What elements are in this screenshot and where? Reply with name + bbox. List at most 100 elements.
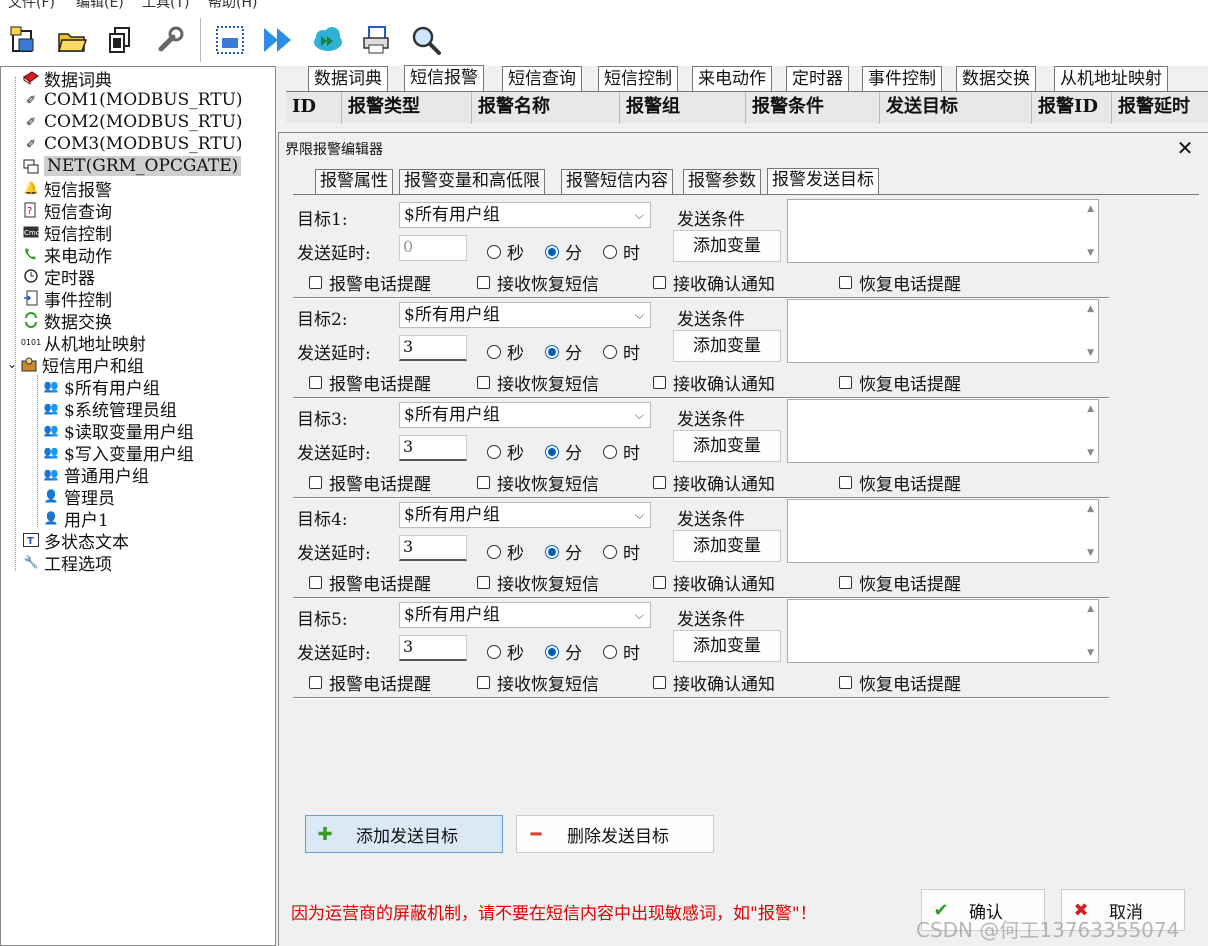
check-recv-recover-sms[interactable]: 接收恢复短信 <box>477 270 599 295</box>
add-variable-button[interactable]: 添加变量 <box>673 430 781 462</box>
tree-item-data-dictionary[interactable]: 数据词典 <box>23 67 112 91</box>
col-alarm-type[interactable]: 报警类型 <box>342 92 472 124</box>
check-recv-confirm[interactable]: 接收确认通知 <box>653 270 775 295</box>
radio-hours[interactable]: 时 <box>603 539 640 564</box>
check-alarm-call[interactable]: 报警电话提醒 <box>309 570 431 595</box>
tab-data-exchange[interactable]: 数据交换 <box>956 66 1036 91</box>
check-recv-confirm[interactable]: 接收确认通知 <box>653 670 775 695</box>
tab-alarm-parameters[interactable]: 报警参数 <box>683 169 761 194</box>
delay-input[interactable]: 3 <box>399 335 467 361</box>
tab-alarm-properties[interactable]: 报警属性 <box>315 169 393 194</box>
tree-item-event-control[interactable]: 事件控制 <box>23 287 112 311</box>
delay-input[interactable]: 3 <box>399 535 467 561</box>
radio-minutes[interactable]: 分 <box>545 239 582 264</box>
tree-item-group-all[interactable]: 👥 $所有用户组 <box>43 375 160 399</box>
tree-item-project-options[interactable]: 🔧 工程选项 <box>23 551 112 575</box>
tab-timer[interactable]: 定时器 <box>786 66 849 91</box>
printer-icon[interactable] <box>356 20 396 60</box>
tree-item-user-1[interactable]: 👤 用户1 <box>43 507 109 531</box>
search-icon[interactable] <box>406 20 446 60</box>
check-alarm-call[interactable]: 报警电话提醒 <box>309 670 431 695</box>
radio-seconds[interactable]: 秒 <box>487 439 524 464</box>
send-condition-textarea[interactable]: ▲ ▼ <box>787 499 1099 563</box>
radio-seconds[interactable]: 秒 <box>487 539 524 564</box>
check-recover-call[interactable]: 恢复电话提醒 <box>839 470 961 495</box>
tree-item-net[interactable]: NET(GRM_OPCGATE) <box>23 155 242 177</box>
tree-item-sms-query[interactable]: ? 短信查询 <box>23 199 112 223</box>
copy-icon[interactable] <box>100 20 140 60</box>
check-recv-recover-sms[interactable]: 接收恢复短信 <box>477 570 599 595</box>
add-variable-button[interactable]: 添加变量 <box>673 330 781 362</box>
tab-alarm-variables[interactable]: 报警变量和高低限 <box>399 169 545 194</box>
add-send-target-button[interactable]: ✚ 添加发送目标 <box>305 815 503 853</box>
tab-event-control[interactable]: 事件控制 <box>862 66 942 91</box>
tab-sms-alarm[interactable]: 短信报警 <box>404 65 484 92</box>
col-alarm-name[interactable]: 报警名称 <box>472 92 620 124</box>
add-variable-button[interactable]: 添加变量 <box>673 530 781 562</box>
check-alarm-call[interactable]: 报警电话提醒 <box>309 470 431 495</box>
tree-item-group-write[interactable]: 👥 $写入变量用户组 <box>43 441 194 465</box>
radio-minutes[interactable]: 分 <box>545 539 582 564</box>
new-file-icon[interactable] <box>4 20 44 60</box>
fast-forward-icon[interactable] <box>258 20 298 60</box>
check-alarm-call[interactable]: 报警电话提醒 <box>309 370 431 395</box>
send-condition-textarea[interactable]: ▲ ▼ <box>787 299 1099 363</box>
col-alarm-group[interactable]: 报警组 <box>620 92 746 124</box>
col-id[interactable]: ID <box>286 92 342 124</box>
menu-file[interactable]: 文件(F) <box>8 0 55 12</box>
tree-item-com3[interactable]: ✐ COM3(MODBUS_RTU) <box>23 133 243 155</box>
target-group-select[interactable]: $所有用户组 ⌵ <box>399 202 651 228</box>
radio-minutes[interactable]: 分 <box>545 439 582 464</box>
tree-item-sms-users[interactable]: ⌄ 短信用户和组 <box>7 353 144 377</box>
menu-help[interactable]: 帮助(H) <box>208 0 257 12</box>
delay-input[interactable]: 3 <box>399 435 467 461</box>
scroll-down-icon[interactable]: ▼ <box>1087 648 1094 658</box>
tab-sms-query[interactable]: 短信查询 <box>502 66 582 91</box>
target-group-select[interactable]: $所有用户组 ⌵ <box>399 502 651 528</box>
tab-alarm-send-targets[interactable]: 报警发送目标 <box>767 168 879 195</box>
check-recover-call[interactable]: 恢复电话提醒 <box>839 270 961 295</box>
scroll-up-icon[interactable]: ▲ <box>1087 204 1094 214</box>
tree-item-data-exchange[interactable]: 数据交换 <box>23 309 112 333</box>
scroll-up-icon[interactable]: ▲ <box>1087 304 1094 314</box>
tree-item-group-normal[interactable]: 👥 普通用户组 <box>43 463 149 487</box>
radio-hours[interactable]: 时 <box>603 339 640 364</box>
col-alarm-condition[interactable]: 报警条件 <box>746 92 880 124</box>
target-group-select[interactable]: $所有用户组 ⌵ <box>399 602 651 628</box>
add-variable-button[interactable]: 添加变量 <box>673 630 781 662</box>
check-recv-confirm[interactable]: 接收确认通知 <box>653 570 775 595</box>
col-alarm-id[interactable]: 报警ID <box>1032 92 1112 124</box>
tab-alarm-sms-content[interactable]: 报警短信内容 <box>561 169 673 194</box>
send-condition-textarea[interactable]: ▲ ▼ <box>787 599 1099 663</box>
tree-item-com1[interactable]: ✐ COM1(MODBUS_RTU) <box>23 89 243 111</box>
check-recv-recover-sms[interactable]: 接收恢复短信 <box>477 470 599 495</box>
radio-hours[interactable]: 时 <box>603 439 640 464</box>
check-alarm-call[interactable]: 报警电话提醒 <box>309 270 431 295</box>
check-recv-confirm[interactable]: 接收确认通知 <box>653 370 775 395</box>
tree-item-timer[interactable]: 定时器 <box>23 265 95 289</box>
scroll-up-icon[interactable]: ▲ <box>1087 504 1094 514</box>
scroll-up-icon[interactable]: ▲ <box>1087 604 1094 614</box>
scroll-down-icon[interactable]: ▼ <box>1087 448 1094 458</box>
tree-item-sms-alarm[interactable]: 🔔 短信报警 <box>23 177 112 201</box>
check-recv-recover-sms[interactable]: 接收恢复短信 <box>477 370 599 395</box>
col-send-target[interactable]: 发送目标 <box>880 92 1032 124</box>
delay-input[interactable]: 3 <box>399 635 467 661</box>
tree-item-com2[interactable]: ✐ COM2(MODBUS_RTU) <box>23 111 243 133</box>
open-folder-icon[interactable] <box>52 20 92 60</box>
target-group-select[interactable]: $所有用户组 ⌵ <box>399 402 651 428</box>
chevron-down-icon[interactable]: ⌄ <box>7 357 21 371</box>
radio-hours[interactable]: 时 <box>603 239 640 264</box>
scroll-up-icon[interactable]: ▲ <box>1087 404 1094 414</box>
check-recv-recover-sms[interactable]: 接收恢复短信 <box>477 670 599 695</box>
scroll-down-icon[interactable]: ▼ <box>1087 348 1094 358</box>
radio-seconds[interactable]: 秒 <box>487 239 524 264</box>
radio-hours[interactable]: 时 <box>603 639 640 664</box>
tree-item-group-read[interactable]: 👥 $读取变量用户组 <box>43 419 194 443</box>
menu-edit[interactable]: 编辑(E) <box>76 0 124 12</box>
check-recover-call[interactable]: 恢复电话提醒 <box>839 670 961 695</box>
wrench-icon[interactable] <box>150 20 190 60</box>
check-recover-call[interactable]: 恢复电话提醒 <box>839 570 961 595</box>
tree-item-slave-mapping[interactable]: 0101 从机地址映射 <box>21 331 146 355</box>
radio-minutes[interactable]: 分 <box>545 639 582 664</box>
